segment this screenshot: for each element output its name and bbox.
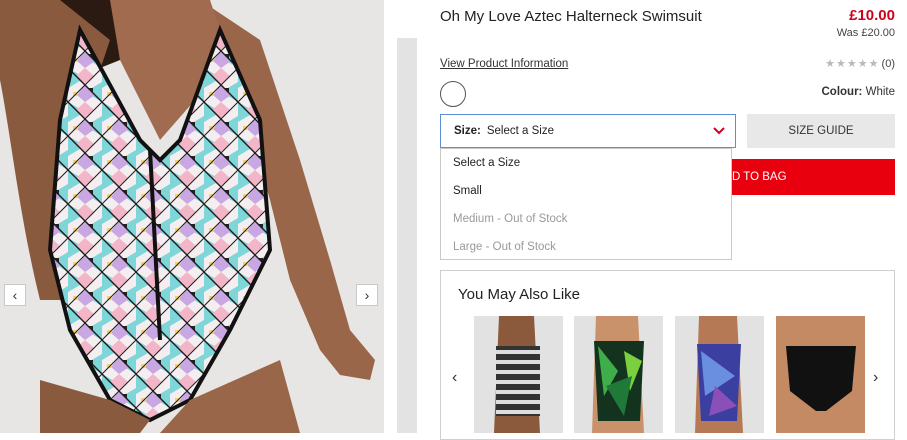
star-icon: ★ — [857, 58, 868, 70]
chevron-right-icon: › — [873, 369, 879, 386]
star-icon: ★ — [836, 58, 846, 70]
recommendation-image — [695, 316, 743, 433]
gallery-next-button[interactable]: › — [356, 284, 378, 306]
colour-value: White — [865, 86, 895, 98]
size-selected-value: Select a Size — [486, 125, 554, 137]
recommendation-image — [776, 316, 865, 433]
chevron-left-icon: ‹ — [12, 287, 18, 303]
recommendation-item-striped-swimsuit[interactable] — [474, 316, 563, 433]
rating-stars[interactable]: ★ ★ ★ ★ ★ (0) — [825, 57, 895, 71]
was-price: Was £20.00 — [836, 27, 895, 39]
recommendation-image — [592, 316, 644, 433]
size-dropdown-menu: Select a Size Small Medium - Out of Stoc… — [440, 148, 732, 260]
recommendations-title: You May Also Like — [458, 286, 581, 303]
size-label: Size: — [454, 125, 481, 137]
recommendation-item-purple-swimsuit[interactable] — [675, 316, 764, 433]
product-image-gallery: ‹ › — [0, 0, 384, 433]
colour-swatch-white[interactable] — [440, 81, 466, 107]
recommendation-item-tropical-swimsuit[interactable] — [574, 316, 663, 433]
size-guide-button[interactable]: SIZE GUIDE — [747, 114, 895, 148]
colour-indicator: Colour: White — [822, 86, 896, 98]
recommendations-prev-button[interactable]: ‹ — [452, 369, 457, 387]
star-icon: ★ — [846, 58, 857, 70]
size-select[interactable]: Size: Select a Size — [440, 114, 736, 148]
size-option-large[interactable]: Large - Out of Stock — [441, 233, 731, 261]
recommendation-item-black-bikini[interactable] — [776, 316, 865, 433]
size-option-small[interactable]: Small — [441, 177, 731, 205]
chevron-left-icon: ‹ — [452, 369, 458, 386]
product-title: Oh My Love Aztec Halterneck Swimsuit — [440, 8, 702, 25]
product-photo — [0, 0, 375, 433]
star-icon: ★ — [868, 58, 879, 70]
view-product-information-link[interactable]: View Product Information — [440, 58, 568, 70]
recommendations-next-button[interactable]: › — [873, 369, 878, 387]
star-icon: ★ — [825, 58, 836, 70]
current-price: £10.00 — [849, 7, 895, 24]
colour-label: Colour: — [821, 86, 863, 98]
size-option-select[interactable]: Select a Size — [441, 149, 731, 177]
chevron-right-icon: › — [364, 287, 370, 303]
review-count: (0) — [881, 57, 895, 70]
recommendation-image — [494, 316, 540, 433]
next-image-peek[interactable] — [397, 38, 417, 433]
size-option-medium[interactable]: Medium - Out of Stock — [441, 205, 731, 233]
chevron-down-icon — [713, 124, 725, 138]
gallery-prev-button[interactable]: ‹ — [4, 284, 26, 306]
